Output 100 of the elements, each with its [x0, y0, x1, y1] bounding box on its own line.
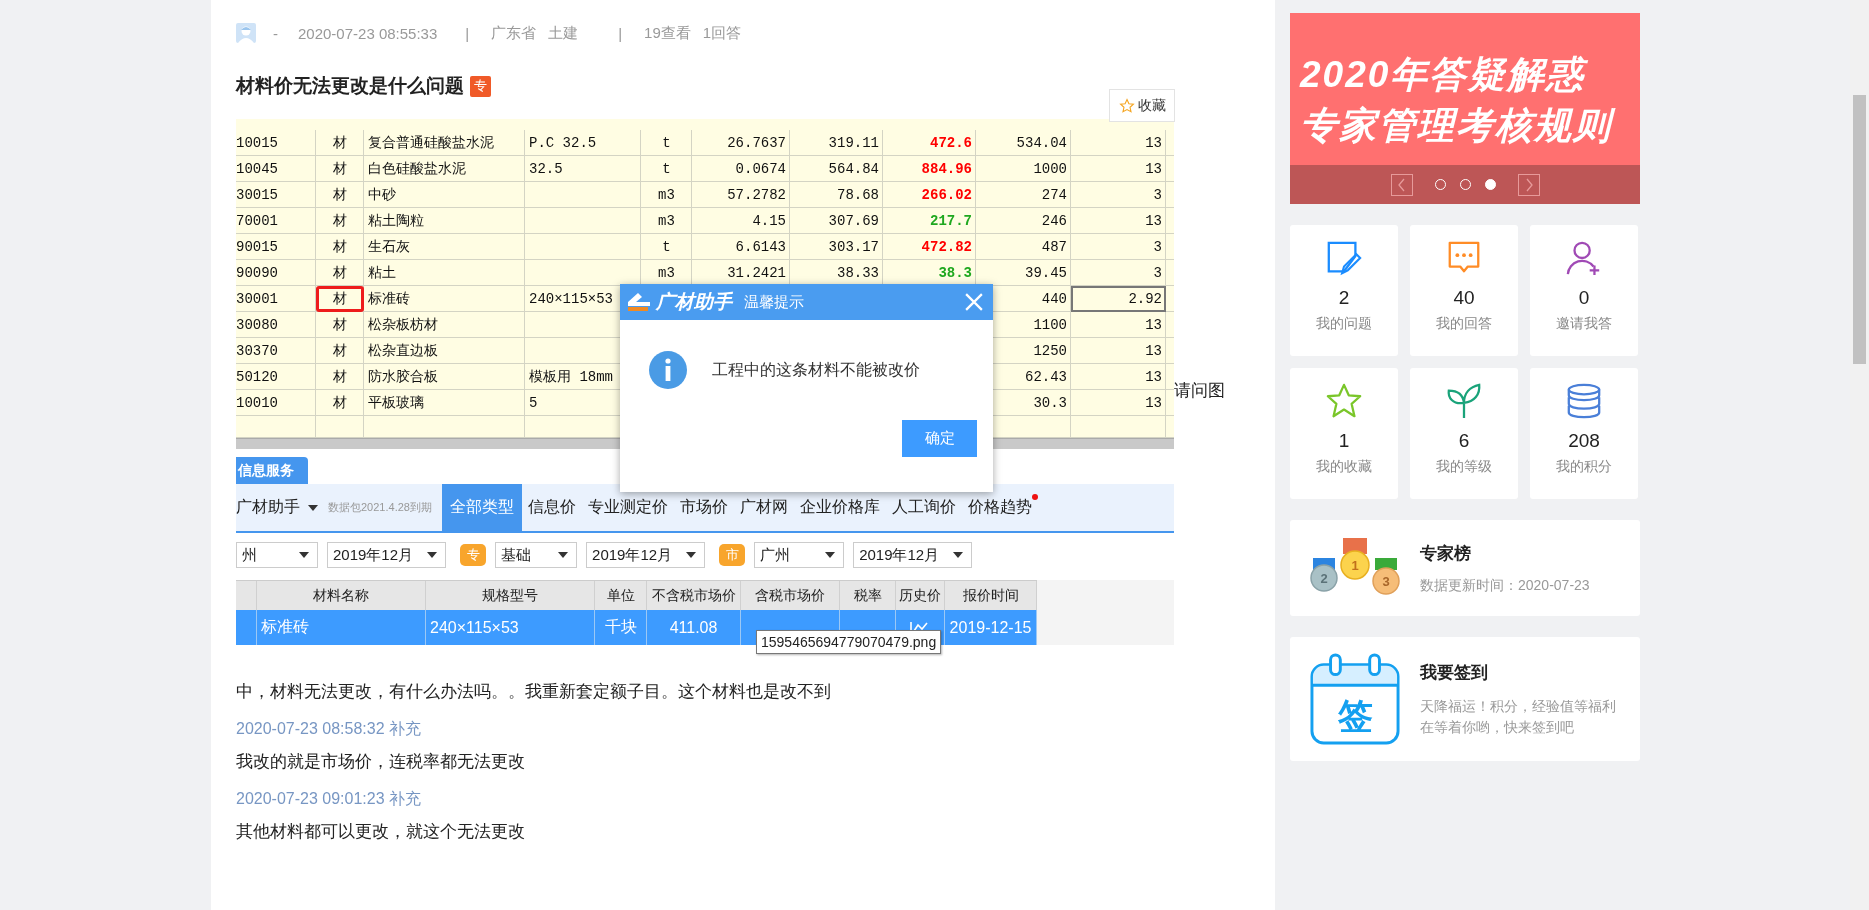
tag: 专 — [460, 544, 487, 566]
tag: 市 — [719, 544, 746, 566]
table-cell-text: 274 — [1040, 186, 1068, 205]
post-time: 2020-07-23 08:55:33 — [298, 24, 438, 42]
table-cell-text: 材 — [332, 264, 348, 283]
expiry-note: 数据包2021.4.28到期 — [328, 500, 432, 515]
table-cell: 标准砖 — [257, 610, 426, 645]
separator: | — [618, 24, 623, 42]
table-cell-text: 材 — [332, 342, 348, 361]
stat-label: 我的回答 — [1436, 315, 1492, 333]
table-cell-text: 472.82 — [920, 238, 973, 257]
meta-tag: 广东省 — [491, 23, 537, 43]
stat-count: 40 — [1453, 287, 1475, 309]
table-cell-text: m3 — [657, 264, 676, 283]
stat-count: 1 — [1338, 430, 1350, 452]
author-name: - — [273, 24, 278, 42]
stat-label: 我的等级 — [1436, 458, 1492, 476]
supplement-text: 我改的就是市场价，连税率都无法更改 — [236, 751, 526, 773]
table-cell-text: 90015 — [236, 238, 279, 257]
table-cell-text: 307.69 — [827, 212, 880, 231]
dialog-message: 工程中的这条材料不能被改价 — [712, 359, 920, 380]
table-cell-text: 松杂板枋材 — [367, 316, 439, 335]
table-cell-text: 26.7637 — [726, 134, 787, 153]
table-cell-text: 30001 — [236, 290, 279, 309]
table-cell: 千块 — [595, 610, 647, 645]
table-cell-text: 5 — [528, 394, 539, 413]
table-cell-text: 材 — [332, 212, 348, 231]
table-cell-text: 材 — [332, 186, 348, 205]
table-cell-text: t — [661, 238, 672, 257]
table-cell-text: 生石灰 — [367, 238, 411, 257]
table-cell-text: 防水胶合板 — [367, 368, 439, 387]
table-cell-text: 13 — [1144, 342, 1163, 361]
table-cell-text: m3 — [657, 186, 676, 205]
table-cell-text: 10015 — [236, 134, 279, 153]
table-cell-text: 中砂 — [367, 186, 397, 205]
table-cell-text: 30080 — [236, 316, 279, 335]
table-cell-text: m3 — [657, 212, 676, 231]
meta-tag: 土建 — [548, 23, 579, 43]
stat-count: 0 — [1578, 287, 1590, 309]
table-cell-text: 13 — [1144, 394, 1163, 413]
table-cell-text: 3 — [1152, 238, 1163, 257]
table-cell-text: 材 — [332, 368, 348, 387]
table-cell-text: 32.5 — [528, 160, 564, 179]
table-cell-text: 13 — [1144, 134, 1163, 153]
table-cell-text: 13 — [1144, 160, 1163, 179]
table-cell-text: 3 — [1152, 186, 1163, 205]
table-cell-text: 70001 — [236, 212, 279, 231]
dialog-title: 温馨提示 — [744, 292, 805, 312]
table-cell-text: 1000 — [1032, 160, 1068, 179]
table-cell-text: 240×115×53 — [528, 290, 614, 309]
table-cell-text: 4.15 — [751, 212, 787, 231]
stat-label: 我的问题 — [1316, 315, 1372, 333]
table-cell-text: 319.11 — [827, 134, 880, 153]
banner-text: 专家管理考核规则 — [1300, 106, 1640, 147]
supplement-time: 2020-07-23 08:58:32 补充 — [236, 719, 422, 739]
stat-count: 2 — [1338, 287, 1350, 309]
table-cell-text: 0.0674 — [734, 160, 787, 179]
table-cell-text: 38.3 — [937, 264, 973, 283]
table-cell-text: 78.68 — [836, 186, 880, 205]
table-cell-text: 487 — [1040, 238, 1068, 257]
table-cell-text: 30.3 — [1032, 394, 1068, 413]
table-cell: 240×115×53 — [426, 610, 595, 645]
stat-count: 6 — [1458, 430, 1470, 452]
table-cell-text: 534.04 — [1015, 134, 1068, 153]
card-subtitle: 数据更新时间：2020-07-23 — [1420, 576, 1590, 595]
table-cell-text: 3 — [1152, 264, 1163, 283]
stat-label: 我的积分 — [1556, 458, 1612, 476]
tooltip: 1595465694779070479.png — [756, 630, 942, 654]
table-cell-text: 31.2421 — [726, 264, 787, 283]
table-cell-text: 6.6143 — [734, 238, 787, 257]
banner-text: 2020年答疑解惑 — [1300, 55, 1589, 96]
table-cell-text: 39.45 — [1024, 264, 1068, 283]
meta-tag: 1回答 — [702, 23, 742, 43]
table-cell-text: 884.96 — [920, 160, 973, 179]
question-text: 请问图 — [1174, 380, 1225, 402]
table-cell-text: 90090 — [236, 264, 279, 283]
table-cell-text: P.C 32.5 — [528, 134, 598, 153]
question-title: 材料价无法更改是什么问题 — [236, 74, 464, 98]
stat-label: 邀请我答 — [1556, 315, 1612, 333]
table-cell: 材 — [316, 286, 364, 312]
table-cell-text: 266.02 — [920, 186, 973, 205]
supplement-time: 2020-07-23 09:01:23 补充 — [236, 789, 422, 809]
table-cell-text: 标准砖 — [367, 290, 411, 309]
table-cell-text: 303.17 — [827, 238, 880, 257]
table-cell-text: 材 — [332, 134, 348, 153]
table-cell-text: 平板玻璃 — [367, 394, 425, 413]
table-cell-text: 246 — [1040, 212, 1068, 231]
table-cell-text: 粘土 — [367, 264, 397, 283]
table-cell-text: 472.6 — [929, 134, 973, 153]
expert-badge: 专 — [470, 75, 491, 97]
table-cell-text: 材 — [332, 394, 348, 413]
table-cell-text: 粘土陶粒 — [367, 212, 425, 231]
table-cell-text: 13 — [1144, 368, 1163, 387]
table-cell-text: t — [661, 160, 672, 179]
table-cell-text: 材 — [332, 160, 348, 179]
table-cell-text: 10045 — [236, 160, 279, 179]
table-cell-text: 白色硅酸盐水泥 — [367, 160, 467, 179]
logo-text: 广材助手 — [656, 290, 732, 314]
table-cell-text: 30370 — [236, 342, 279, 361]
card-title: 专家榜 — [1420, 542, 1472, 565]
